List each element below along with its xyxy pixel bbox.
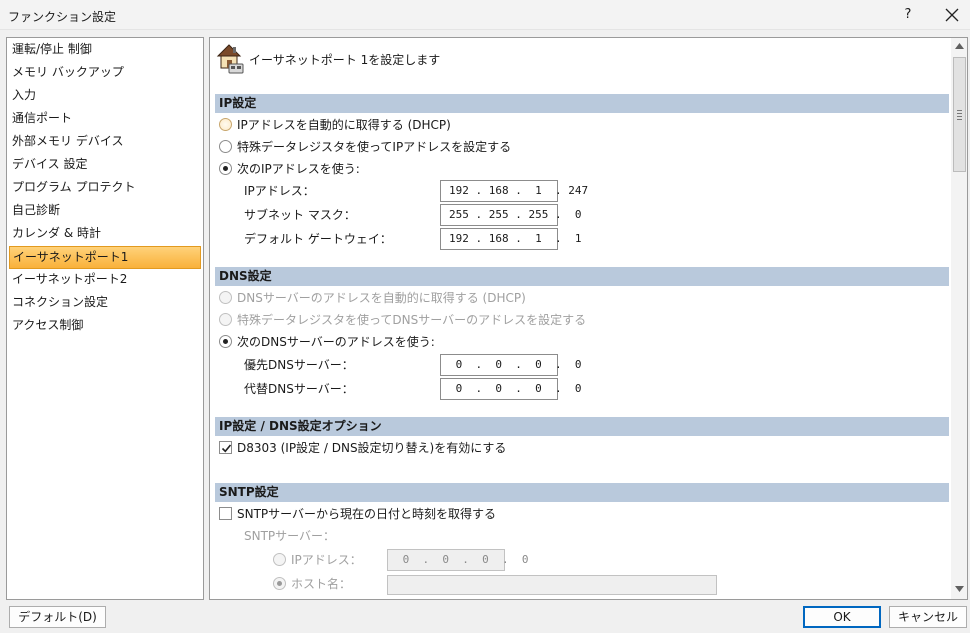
vertical-scrollbar[interactable] (951, 38, 967, 599)
dns-manual-label: 次のDNSサーバーのアドレスを使う: (237, 335, 435, 349)
sntp-option[interactable]: SNTPサーバーから現在の日付と時刻を取得する (219, 505, 496, 523)
ip-address-label: IPアドレス： (244, 184, 315, 198)
ip-manual-label: 次のIPアドレスを使う: (237, 162, 360, 176)
ip-special-register-radio[interactable] (219, 140, 232, 153)
close-button[interactable] (938, 2, 966, 28)
gateway-field[interactable]: 192 . 168 . 1 . 1 (440, 228, 581, 250)
sntp-label: SNTPサーバーから現在の日付と時刻を取得する (237, 507, 497, 521)
ip-manual-option[interactable]: 次のIPアドレスを使う: (219, 160, 360, 178)
sidebar-item-ethernet-port-2[interactable]: イーサネットポート2 (7, 269, 203, 292)
sntp-checkbox[interactable] (219, 507, 232, 520)
category-list: 運転/停止 制御 メモリ バックアップ 入力 通信ポート 外部メモリ デバイス … (6, 37, 204, 600)
subnet-mask-label: サブネット マスク： (244, 208, 356, 222)
house-network-icon (215, 42, 245, 74)
scroll-up-icon[interactable] (954, 42, 965, 50)
checkmark-icon (221, 444, 232, 453)
ip-dhcp-radio[interactable] (219, 118, 232, 131)
ip-manual-radio[interactable] (219, 162, 232, 175)
grip-icon (957, 110, 962, 122)
subnet-mask-field[interactable]: 255 . 255 . 255 . 0 (440, 204, 581, 226)
window-title: ファンクション設定 (8, 10, 117, 24)
sidebar-item-self-diagnosis[interactable]: 自己診断 (7, 200, 203, 223)
primary-dns-label: 優先DNSサーバー： (244, 358, 354, 372)
dns-settings-header: DNS設定 (215, 267, 949, 286)
close-icon (945, 8, 959, 22)
help-button[interactable]: ? (896, 4, 920, 26)
sntp-host-field[interactable] (387, 575, 717, 595)
sntp-settings-header: SNTP設定 (215, 483, 949, 502)
dns-special-register-radio[interactable] (219, 313, 232, 326)
sidebar-item-program-protect[interactable]: プログラム プロテクト (7, 177, 203, 200)
panel-header-text: イーサネットポート 1を設定します (249, 53, 441, 67)
primary-dns-field[interactable]: 0 . 0 . 0 . 0 (440, 354, 581, 376)
dns-dhcp-label: DNSサーバーのアドレスを自動的に取得する (DHCP) (237, 291, 526, 305)
scrollbar-thumb[interactable] (953, 57, 966, 172)
dns-dhcp-radio[interactable] (219, 291, 232, 304)
sntp-ip-label: IPアドレス： (291, 553, 362, 567)
sidebar-item-connection-settings[interactable]: コネクション設定 (7, 292, 203, 315)
ip-settings-header: IP設定 (215, 94, 949, 113)
ip-special-register-label: 特殊データレジスタを使ってIPアドレスを設定する (237, 140, 512, 154)
ip-dns-option-header: IP設定 / DNS設定オプション (215, 417, 949, 436)
sidebar-item-input[interactable]: 入力 (7, 85, 203, 108)
sidebar-item-run-stop[interactable]: 運転/停止 制御 (7, 39, 203, 62)
sntp-server-label: SNTPサーバー： (244, 529, 336, 543)
sidebar-item-external-memory[interactable]: 外部メモリ デバイス (7, 131, 203, 154)
secondary-dns-field[interactable]: 0 . 0 . 0 . 0 (440, 378, 581, 400)
d8303-checkbox[interactable] (219, 441, 232, 454)
d8303-label: D8303 (IP設定 / DNS設定切り替え)を有効にする (237, 441, 507, 455)
dns-manual-radio[interactable] (219, 335, 232, 348)
ip-address-field[interactable]: 192 . 168 . 1 . 247 (440, 180, 588, 202)
default-button[interactable]: デフォルト(D) (9, 606, 106, 628)
sidebar-item-comm-port[interactable]: 通信ポート (7, 108, 203, 131)
scroll-down-icon[interactable] (954, 585, 965, 593)
dns-special-register-label: 特殊データレジスタを使ってDNSサーバーのアドレスを設定する (237, 313, 587, 327)
sntp-ip-option[interactable]: IPアドレス： (273, 551, 362, 569)
sidebar-item-ethernet-port-1[interactable]: イーサネットポート1 (9, 246, 201, 269)
ok-button[interactable]: OK (803, 606, 881, 628)
dns-dhcp-option[interactable]: DNSサーバーのアドレスを自動的に取得する (DHCP) (219, 289, 526, 307)
secondary-dns-label: 代替DNSサーバー： (244, 382, 354, 396)
sntp-host-label: ホスト名： (291, 577, 352, 591)
d8303-option[interactable]: D8303 (IP設定 / DNS設定切り替え)を有効にする (219, 439, 506, 457)
sidebar-item-memory-backup[interactable]: メモリ バックアップ (7, 62, 203, 85)
sntp-ip-field[interactable]: 0 . 0 . 0 . 0 (387, 549, 528, 571)
dns-manual-option[interactable]: 次のDNSサーバーのアドレスを使う: (219, 333, 435, 351)
cancel-button[interactable]: キャンセル (889, 606, 967, 628)
sntp-next-field[interactable] (382, 599, 497, 600)
ip-dhcp-option[interactable]: IPアドレスを自動的に取得する (DHCP) (219, 116, 451, 134)
sntp-host-option[interactable]: ホスト名： (273, 575, 351, 593)
sidebar-item-access-control[interactable]: アクセス制御 (7, 315, 203, 338)
ip-special-register-option[interactable]: 特殊データレジスタを使ってIPアドレスを設定する (219, 138, 511, 156)
settings-panel: イーサネットポート 1を設定します IP設定 IPアドレスを自動的に取得する (… (209, 37, 968, 600)
ip-dhcp-label: IPアドレスを自動的に取得する (DHCP) (237, 118, 451, 132)
sntp-host-radio[interactable] (273, 577, 286, 590)
gateway-label: デフォルト ゲートウェイ： (244, 232, 392, 246)
title-bar: ファンクション設定 ? (0, 0, 970, 30)
dns-special-register-option[interactable]: 特殊データレジスタを使ってDNSサーバーのアドレスを設定する (219, 311, 586, 329)
sidebar-item-calendar-clock[interactable]: カレンダ & 時計 (7, 223, 203, 246)
sntp-ip-radio[interactable] (273, 553, 286, 566)
sidebar-item-device-settings[interactable]: デバイス 設定 (7, 154, 203, 177)
